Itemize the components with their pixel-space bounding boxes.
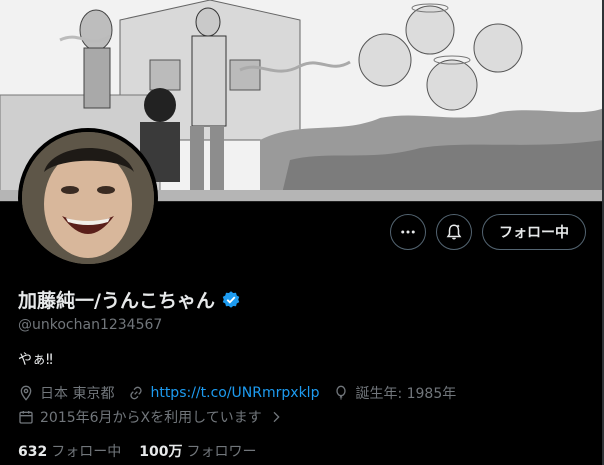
location-text: 日本 東京都 (40, 386, 115, 402)
following-stat[interactable]: 632 フォロー中 (18, 441, 121, 461)
bell-icon (446, 224, 462, 240)
more-horizontal-icon (401, 230, 415, 234)
profile-stats: 632 フォロー中 100万 フォロワー (18, 441, 588, 461)
name-row: 加藤純一/うんこちゃん (18, 286, 588, 313)
website-item: https://t.co/UNRmrpxklp (128, 385, 319, 401)
profile-bio: やぁ‼ (18, 352, 53, 368)
link-icon (130, 386, 143, 400)
location-item: 日本 東京都 (18, 383, 114, 403)
chevron-right-icon (273, 411, 280, 423)
followers-label: フォロワー (186, 444, 257, 460)
followers-count: 100万 (139, 444, 183, 460)
balloon-icon (336, 385, 347, 400)
joined-item[interactable]: 2015年6月からXを利用しています (18, 407, 588, 427)
profile-info: 加藤純一/うんこちゃん @unkochan1234567 やぁ‼ 日本 東京都 … (18, 286, 588, 461)
birth-item: 誕生年: 1985年 (333, 383, 456, 403)
birth-text: 誕生年: 1985年 (355, 386, 457, 402)
avatar-photo (22, 132, 154, 264)
notify-button[interactable] (436, 214, 472, 250)
website-link[interactable]: https://t.co/UNRmrpxklp (150, 385, 319, 401)
location-pin-icon (20, 385, 32, 401)
user-handle: @unkochan1234567 (18, 317, 163, 333)
joined-text: 2015年6月からXを利用しています (40, 410, 262, 426)
following-label: フォロー中 (51, 444, 122, 460)
display-name: 加藤純一/うんこちゃん (18, 290, 215, 312)
more-button[interactable] (390, 214, 426, 250)
calendar-icon (19, 411, 33, 424)
profile-meta: 日本 東京都 https://t.co/UNRmrpxklp 誕生年: 1985… (18, 383, 588, 403)
following-count: 632 (18, 444, 48, 460)
followers-stat[interactable]: 100万 フォロワー (139, 441, 256, 461)
profile-avatar[interactable] (18, 128, 158, 268)
verified-badge-icon[interactable] (221, 290, 241, 310)
profile-actions: フォロー中 (390, 214, 586, 250)
following-button[interactable]: フォロー中 (482, 214, 586, 250)
